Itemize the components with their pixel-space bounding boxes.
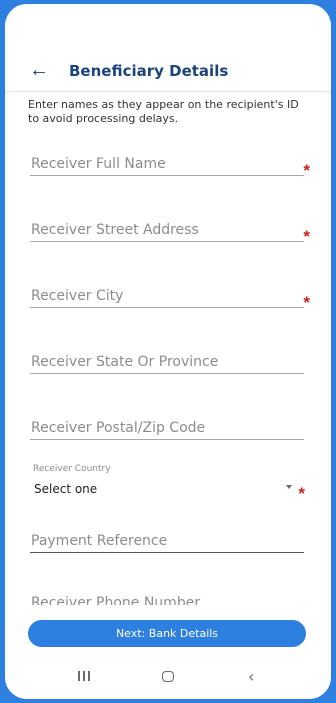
receiver-phone-number-label: Receiver Phone Number <box>31 595 201 605</box>
receiver-country-select[interactable]: Select one * <box>30 480 305 503</box>
receiver-phone-number-field[interactable]: Receiver Phone Number <box>30 590 304 605</box>
arrow-left-icon[interactable]: ← <box>29 60 49 80</box>
receiver-city-field[interactable]: Receiver City * <box>30 288 310 312</box>
receiver-street-address-label: Receiver Street Address <box>31 222 199 238</box>
dropdown-arrow-icon <box>286 485 292 489</box>
payment-reference-field[interactable]: Payment Reference <box>30 533 304 553</box>
receiver-postal-code-label: Receiver Postal/Zip Code <box>31 420 206 436</box>
required-asterisk: * <box>303 161 310 180</box>
receiver-country-label: Receiver Country <box>33 464 111 474</box>
system-nav-bar: ‹ <box>5 659 331 699</box>
next-bank-details-button[interactable]: Next: Bank Details <box>28 620 306 647</box>
recents-icon[interactable] <box>78 671 90 681</box>
receiver-full-name-field[interactable]: Receiver Full Name * <box>30 156 310 180</box>
receiver-state-label: Receiver State Or Province <box>31 354 219 370</box>
receiver-full-name-label: Receiver Full Name <box>31 156 166 172</box>
intro-text: Enter names as they appear on the recipi… <box>28 98 299 125</box>
phone-frame: ← Beneficiary Details Enter names as the… <box>0 0 336 703</box>
required-asterisk: * <box>298 484 305 503</box>
back-chevron-icon[interactable]: ‹ <box>248 667 254 686</box>
receiver-street-address-field[interactable]: Receiver Street Address * <box>30 222 310 246</box>
receiver-city-label: Receiver City <box>31 288 124 304</box>
receiver-postal-code-field[interactable]: Receiver Postal/Zip Code <box>30 420 304 440</box>
page-title: Beneficiary Details <box>69 62 229 80</box>
required-asterisk: * <box>303 227 310 246</box>
app-bar: ← Beneficiary Details <box>5 4 331 92</box>
payment-reference-label: Payment Reference <box>31 533 168 549</box>
receiver-country-value: Select one <box>34 482 98 496</box>
screen: ← Beneficiary Details Enter names as the… <box>5 4 331 699</box>
receiver-state-field[interactable]: Receiver State Or Province <box>30 354 304 374</box>
home-icon[interactable] <box>162 671 174 682</box>
required-asterisk: * <box>303 293 310 312</box>
